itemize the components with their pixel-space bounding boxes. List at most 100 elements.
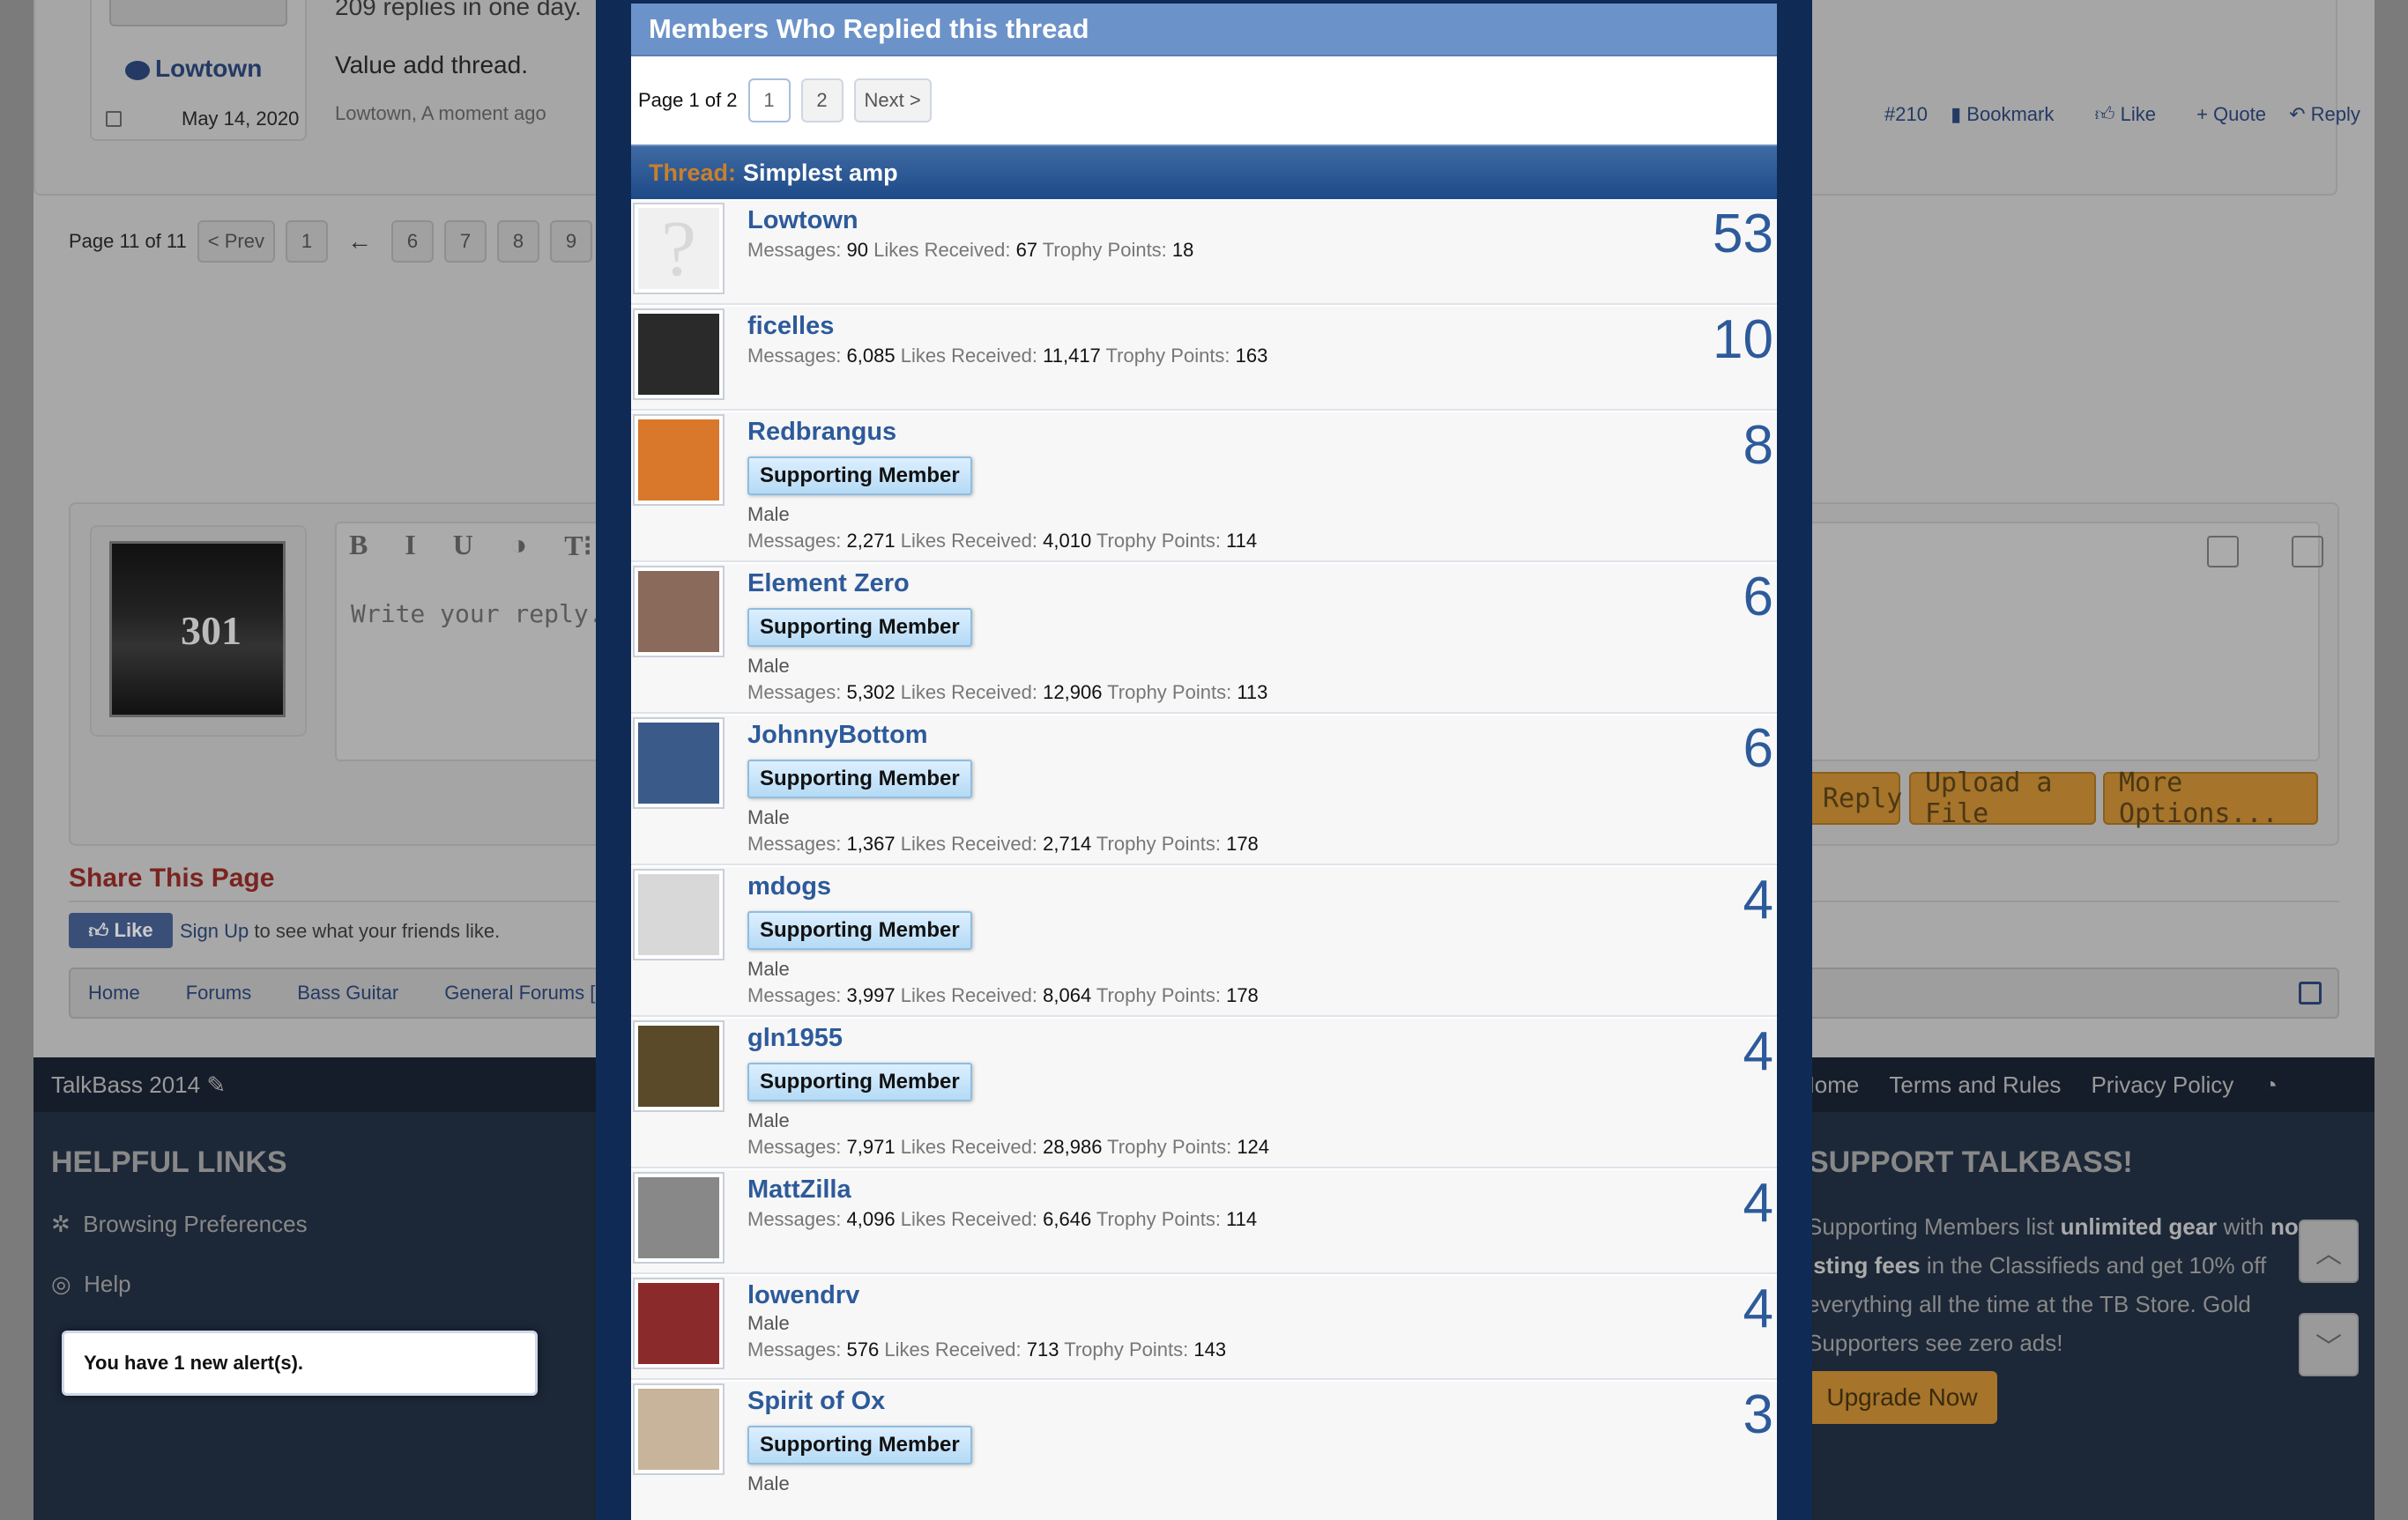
pager-page-button[interactable]: 1 <box>285 220 328 263</box>
rss-icon[interactable]: ◔ <box>2263 1071 2278 1099</box>
trophy-value[interactable]: 124 <box>1237 1136 1269 1158</box>
reply-input-placeholder[interactable]: Write your reply... <box>351 599 633 628</box>
post-number-link[interactable]: #210 <box>1884 103 1928 125</box>
pager-page-button[interactable]: 8 <box>496 220 539 263</box>
messages-value[interactable]: 3,997 <box>847 984 896 1006</box>
editor-right-tools <box>2207 536 2323 567</box>
eraser-icon[interactable] <box>2207 536 2239 567</box>
member-avatar[interactable]: ? <box>633 203 725 294</box>
breadcrumb-bass-guitar[interactable]: Bass Guitar <box>297 982 398 1005</box>
member-name[interactable]: Lowtown <box>747 204 1777 236</box>
post-author-name[interactable]: Lowtown <box>155 55 262 82</box>
messages-value[interactable]: 7,971 <box>847 1136 896 1158</box>
supporting-member-badge: Supporting Member <box>747 608 972 647</box>
footer-terms-link[interactable]: Terms and Rules <box>1889 1071 2061 1099</box>
help-link[interactable]: ◎ Help <box>51 1271 131 1298</box>
member-name[interactable]: Element Zero <box>747 567 1777 599</box>
member-name[interactable]: lowendrv <box>747 1279 1777 1311</box>
member-info: Spirit of Ox Supporting Member Male <box>747 1382 1777 1496</box>
member-avatar[interactable] <box>633 1278 725 1369</box>
trophy-value[interactable]: 143 <box>1193 1338 1226 1361</box>
member-stats: Messages: 90 Likes Received: 67 Trophy P… <box>747 236 1777 264</box>
like-link[interactable]: 👍︎ Like <box>2094 103 2173 125</box>
likes-value: 11,417 <box>1043 345 1101 367</box>
messages-value[interactable]: 576 <box>847 1338 880 1361</box>
reply-button[interactable]: Reply <box>1807 772 1902 825</box>
reply-user-avatar[interactable]: 301 <box>109 541 286 717</box>
trophy-value[interactable]: 114 <box>1226 1208 1257 1230</box>
member-name[interactable]: gln1955 <box>747 1022 1777 1054</box>
post-avatar[interactable] <box>109 0 287 26</box>
avatar-image <box>638 419 719 500</box>
color-button[interactable]: ◑ <box>510 529 527 562</box>
trophy-value[interactable]: 163 <box>1236 345 1268 367</box>
member-name[interactable]: Redbrangus <box>747 416 1777 448</box>
trophy-value[interactable]: 114 <box>1226 530 1257 552</box>
modal-page-1-button[interactable]: 1 <box>747 78 791 122</box>
trophy-value[interactable]: 113 <box>1237 681 1267 703</box>
member-avatar[interactable] <box>633 717 725 809</box>
scroll-up-button[interactable]: ︿ <box>2299 1220 2359 1283</box>
modal-page-2-button[interactable]: 2 <box>800 78 844 122</box>
fb-signup-rest: to see what your friends like. <box>249 920 501 942</box>
pager-page-button[interactable]: 7 <box>443 220 487 263</box>
trophy-value[interactable]: 178 <box>1226 984 1259 1006</box>
messages-value[interactable]: 90 <box>847 239 868 261</box>
upload-file-button[interactable]: Upload a File <box>1909 767 2096 829</box>
pager-jump-icon[interactable]: ← <box>338 227 381 256</box>
underline-button[interactable]: U <box>453 529 473 562</box>
member-gender: Male <box>747 655 790 677</box>
member-name[interactable]: ficelles <box>747 310 1777 342</box>
breadcrumb-general-forums[interactable]: General Forums [B <box>444 982 608 1005</box>
likes-value: 713 <box>1026 1338 1059 1361</box>
new-alert-notice[interactable]: You have 1 new alert(s). <box>62 1331 538 1396</box>
browsing-preferences-link[interactable]: ✲ Browsing Preferences <box>51 1211 308 1238</box>
sitemap-icon[interactable] <box>2299 982 2322 1005</box>
member-avatar[interactable] <box>633 869 725 960</box>
member-name[interactable]: JohnnyBottom <box>747 719 1777 751</box>
messages-value[interactable]: 2,271 <box>847 530 896 552</box>
reply-link[interactable]: ↶ Reply <box>2289 103 2378 125</box>
facebook-like-button[interactable]: 👍︎ Like <box>69 913 173 948</box>
breadcrumb-forums[interactable]: Forums <box>186 982 252 1005</box>
member-info: MattZilla Messages: 4,096 Likes Received:… <box>747 1170 1777 1234</box>
member-avatar[interactable] <box>633 414 725 506</box>
member-info: mdogs Supporting Member Male Messages: 3,99… <box>747 867 1777 1010</box>
member-avatar[interactable] <box>633 1383 725 1475</box>
source-icon[interactable] <box>2292 536 2323 567</box>
member-name[interactable]: Spirit of Ox <box>747 1385 1777 1417</box>
breadcrumb-home[interactable]: Home <box>88 982 140 1005</box>
footer-brand[interactable]: TalkBass 2014 ✎ <box>51 1071 226 1099</box>
more-options-button[interactable]: More Options... <box>2103 767 2318 829</box>
pager-prev-button[interactable]: < Prev <box>197 220 275 263</box>
support-text-part: with <box>2217 1213 2271 1240</box>
modal-next-button[interactable]: Next > <box>853 78 932 122</box>
member-name[interactable]: MattZilla <box>747 1174 1777 1205</box>
pager-page-button[interactable]: 9 <box>549 220 592 263</box>
trophy-value[interactable]: 18 <box>1172 239 1193 261</box>
scroll-down-button[interactable]: ﹀ <box>2299 1313 2359 1376</box>
pager-page-button[interactable]: 6 <box>390 220 434 263</box>
bookmark-link[interactable]: ▮ Bookmark <box>1951 103 2071 125</box>
post-author[interactable]: Lowtown <box>125 55 262 83</box>
member-avatar[interactable] <box>633 1172 725 1264</box>
upgrade-now-button[interactable]: Upgrade Now <box>1807 1371 1997 1424</box>
thread-name[interactable]: Simplest amp <box>743 159 898 187</box>
messages-value[interactable]: 6,085 <box>847 345 896 367</box>
quote-link[interactable]: + Quote <box>2196 103 2266 125</box>
member-name[interactable]: mdogs <box>747 871 1777 902</box>
member-avatar[interactable] <box>633 1020 725 1112</box>
bold-button[interactable]: B <box>349 529 368 562</box>
likes-label: Likes Received: <box>900 1208 1038 1230</box>
font-size-button[interactable]: T⁝ <box>564 529 592 562</box>
footer-privacy-link[interactable]: Privacy Policy <box>2091 1071 2233 1099</box>
messages-value[interactable]: 4,096 <box>847 1208 896 1230</box>
messages-value[interactable]: 1,367 <box>847 833 896 855</box>
fb-signup-link[interactable]: Sign Up <box>180 920 249 942</box>
trophy-value[interactable]: 178 <box>1226 833 1259 855</box>
italic-button[interactable]: I <box>405 529 415 562</box>
messages-label: Messages: <box>747 833 842 855</box>
member-avatar[interactable] <box>633 308 725 400</box>
member-avatar[interactable] <box>633 566 725 657</box>
messages-value[interactable]: 5,302 <box>847 681 896 703</box>
